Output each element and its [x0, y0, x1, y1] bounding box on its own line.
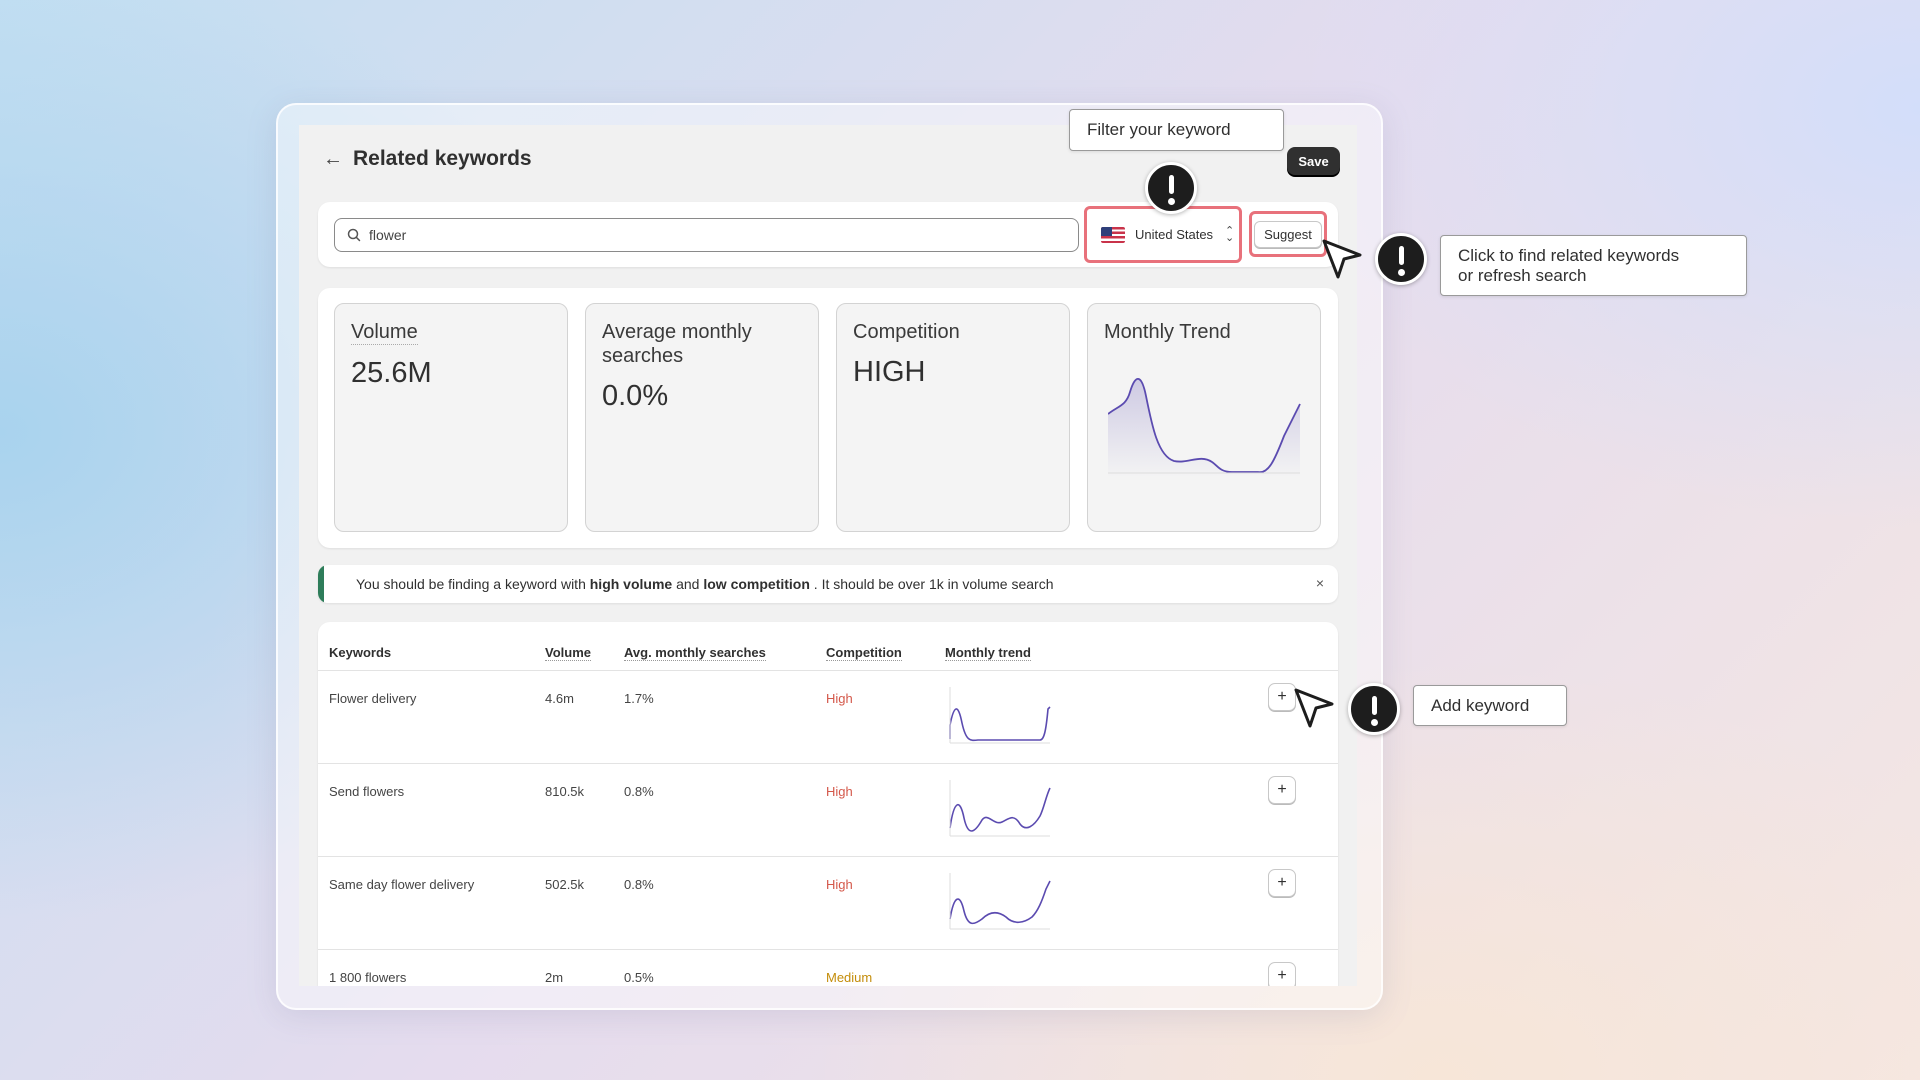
banner-accent-bar	[318, 565, 324, 603]
add-keyword-button[interactable]: +	[1268, 776, 1296, 804]
suggest-tooltip: Click to find related keywords or refres…	[1440, 235, 1747, 296]
competition-stat: Competition HIGH	[836, 303, 1070, 532]
cursor-icon	[1294, 688, 1334, 728]
related-keywords-page: ← Related keywords Save flower United St…	[299, 125, 1357, 986]
add-keyword-button[interactable]: +	[1268, 869, 1296, 897]
trend-sparkline	[949, 687, 1051, 744]
filter-tooltip-text: Filter your keyword	[1087, 120, 1231, 139]
suggest-tooltip-line2: or refresh search	[1458, 265, 1587, 285]
trend-sparkline	[949, 780, 1051, 837]
volume-stat: Volume 25.6M	[334, 303, 568, 532]
page-title: Related keywords	[353, 147, 532, 170]
competition-cell: High	[826, 691, 853, 706]
column-header-trend: Monthly trend	[945, 645, 1031, 661]
add-keyword-tooltip: Add keyword	[1413, 685, 1567, 726]
table-row: Flower delivery 4.6m 1.7% High +	[318, 671, 1338, 764]
avg-monthly-stat-label: Average monthly searches	[602, 321, 752, 367]
tip-banner: You should be finding a keyword with hig…	[318, 565, 1338, 603]
search-icon	[347, 228, 361, 242]
volume-cell: 810.5k	[545, 784, 585, 799]
country-select[interactable]: United States ⌃ ⌄	[1084, 206, 1242, 263]
avg-monthly-stat: Average monthly searches 0.0%	[585, 303, 819, 532]
volume-stat-value: 25.6M	[351, 357, 432, 389]
volume-cell: 2m	[545, 970, 564, 985]
keyword-cell: Flower delivery	[329, 691, 417, 706]
trend-sparkline	[948, 964, 1052, 986]
page-header: ← Related keywords	[323, 147, 532, 171]
alert-icon	[1375, 233, 1427, 285]
table-row: Same day flower delivery 502.5k 0.8% Hig…	[318, 857, 1338, 950]
competition-stat-label: Competition	[853, 321, 960, 343]
suggest-highlight: Suggest	[1249, 211, 1327, 257]
updown-chevron-icon: ⌃ ⌄	[1225, 224, 1235, 244]
competition-cell: High	[826, 877, 853, 892]
table-row: 1 800 flowers 2m 0.5% Medium +	[318, 950, 1338, 986]
suggest-tooltip-line1: Click to find related keywords	[1458, 245, 1680, 265]
volume-stat-label: Volume	[351, 321, 418, 345]
save-button[interactable]: Save	[1287, 147, 1340, 175]
us-flag-icon	[1101, 226, 1125, 243]
filter-tooltip: Filter your keyword	[1069, 109, 1284, 151]
avg-cell: 0.5%	[624, 970, 654, 985]
avg-monthly-stat-value: 0.0%	[602, 380, 669, 412]
volume-cell: 502.5k	[545, 877, 585, 892]
alert-icon	[1348, 683, 1400, 735]
keywords-table: Keywords Volume Avg. monthly searches Co…	[318, 622, 1338, 986]
column-header-avg: Avg. monthly searches	[624, 645, 766, 661]
back-arrow-icon[interactable]: ←	[323, 149, 343, 169]
column-header-volume: Volume	[545, 645, 591, 661]
column-header-keywords: Keywords	[329, 645, 392, 660]
search-input-value: flower	[369, 227, 407, 243]
keyword-cell: 1 800 flowers	[329, 970, 407, 985]
avg-cell: 1.7%	[624, 691, 654, 706]
column-header-competition: Competition	[826, 645, 902, 661]
table-row: Send flowers 810.5k 0.8% High +	[318, 764, 1338, 857]
banner-message: You should be finding a keyword with hig…	[356, 576, 1054, 592]
avg-cell: 0.8%	[624, 877, 654, 892]
monthly-trend-stat: Monthly Trend	[1087, 303, 1321, 532]
monthly-trend-stat-label: Monthly Trend	[1104, 321, 1231, 343]
trend-sparkline	[949, 873, 1051, 930]
competition-stat-value: HIGH	[853, 356, 926, 388]
monthly-trend-chart	[1108, 378, 1301, 478]
keyword-cell: Send flowers	[329, 784, 405, 799]
country-select-value: United States	[1135, 227, 1214, 242]
suggest-button[interactable]: Suggest	[1254, 220, 1322, 248]
cursor-icon	[1322, 239, 1362, 279]
avg-cell: 0.8%	[624, 784, 654, 799]
add-keyword-button[interactable]: +	[1268, 962, 1296, 986]
competition-cell: High	[826, 784, 853, 799]
search-input[interactable]: flower	[334, 218, 1079, 252]
competition-cell: Medium	[826, 970, 873, 985]
stats-card: Volume 25.6M Average monthly searches 0.…	[318, 288, 1338, 548]
close-icon[interactable]: ×	[1316, 575, 1324, 591]
alert-icon	[1145, 162, 1197, 214]
add-keyword-tooltip-text: Add keyword	[1431, 695, 1530, 715]
keyword-cell: Same day flower delivery	[329, 877, 475, 892]
volume-cell: 4.6m	[545, 691, 574, 706]
